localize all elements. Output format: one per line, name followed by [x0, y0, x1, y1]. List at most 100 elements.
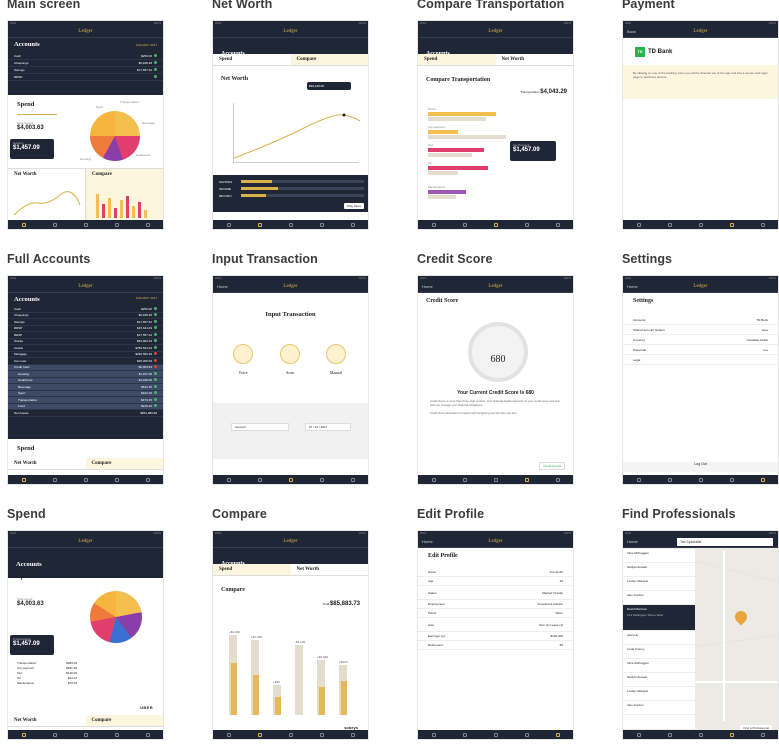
bar-personal [231, 663, 237, 715]
bar-personal [275, 697, 281, 715]
professional-list-item[interactable]: Nadya Hussain [623, 673, 695, 687]
search-input[interactable]: Tax Specialist [677, 538, 773, 546]
metrics-panel: SAVINGS INCOME RETURN Play Store [213, 175, 368, 212]
professional-list-item[interactable]: Alice McKeggan [623, 549, 695, 563]
profile-row[interactable]: Points Silver [418, 609, 573, 618]
account-row[interactable]: Cash $250.00 [8, 53, 163, 60]
bar-delta-label: -$1,120 [295, 640, 306, 644]
networth-tile[interactable]: Net Worth [8, 168, 86, 222]
settings-row[interactable]: Passcode ••••• [623, 345, 778, 355]
spend-pie-chart[interactable] [90, 591, 142, 643]
uber-badge[interactable]: UBER [140, 705, 153, 710]
account-row[interactable]: Savings $17,657.62 [8, 67, 163, 74]
date-field[interactable]: 07 / 12 / 2017 [305, 423, 351, 431]
home-button[interactable]: Home [217, 281, 228, 293]
segment-tabs[interactable]: Spend Compare [213, 54, 368, 66]
callout-card: $90,108.00 [307, 82, 351, 90]
accounts-header: Accounts [213, 38, 368, 57]
title-net-worth: Net Worth [212, 0, 273, 11]
microphone-icon[interactable] [233, 344, 253, 364]
professional-list-item[interactable]: Alex Gordon [623, 701, 695, 715]
screen-credit-score: iPad 100% Home Ledger Credit Score 680 You… [417, 275, 574, 485]
transport-bars[interactable]: Petrol Car payment Taxi Oil Maintenance [428, 107, 508, 199]
profile-row[interactable]: Name Joe Smith [418, 568, 573, 577]
tab-bar[interactable] [8, 220, 163, 229]
compare-transport-title: Compare Transportation [426, 77, 491, 83]
hand-tap-icon[interactable] [326, 344, 346, 364]
professional-list-item[interactable]: David Morrison 101 Wellington Street West [623, 605, 695, 631]
title-find-professionals: Find Professionals [622, 507, 736, 521]
settings-row[interactable]: Currency Canadian Dollar [623, 335, 778, 345]
profile-row[interactable]: Employment Investment Advisor [418, 600, 573, 609]
accounts-panel: Accounts JANUARY 2017 Cash $250.00 Chequi… [8, 38, 163, 95]
title-payment: Payment [622, 0, 675, 11]
credit-gauge: 680 [468, 322, 528, 382]
profile-row[interactable]: Retirement 65 [418, 641, 573, 650]
pie-label: Beverage [142, 121, 155, 125]
bar-personal [341, 681, 347, 715]
play-store-badge[interactable]: Play Store [344, 203, 364, 209]
housing-card[interactable]: Housing $1,457.09 [10, 139, 54, 159]
spend-title: Spend [17, 101, 35, 108]
profile-row[interactable]: Age 25 [418, 577, 573, 586]
account-row[interactable]: Chequings $6,408.48 [8, 60, 163, 67]
payment-note: By clicking on one of the banking icons … [623, 65, 778, 99]
compare-total: $85,883.73 [329, 601, 360, 607]
title-edit-profile: Edit Profile [417, 507, 485, 521]
settings-row[interactable]: Shared account holders Jane [623, 325, 778, 335]
back-button[interactable]: Back [627, 26, 636, 38]
home-button[interactable]: Home [422, 281, 433, 293]
professional-list-item[interactable]: Louise Gillespie [623, 687, 695, 701]
profile-row[interactable]: Status Married (3 kids) [418, 586, 573, 600]
pie-label: Transportation [120, 100, 140, 104]
map-pin-icon[interactable] [732, 608, 750, 626]
settings-row[interactable]: Legal [623, 355, 778, 365]
spend-list-row: Maintenance $73.49 [17, 681, 77, 685]
month-label: JANUARY 2017 [135, 42, 157, 47]
compare-tile[interactable]: Compare [86, 168, 163, 222]
account-select[interactable]: Account [231, 423, 289, 431]
spend-panel: Spend Total Spend $4,003.63 Housing $1,4… [8, 95, 163, 175]
bar-delta-label: +$3,029 [317, 655, 328, 659]
bank-logo[interactable]: TD TD Bank [635, 47, 672, 57]
compare-bar-chart[interactable]: +$1,000 +$1,065 +$30 -$1,120 +$3,029 +$210 [223, 627, 363, 717]
account-row[interactable]: RRSP [8, 74, 163, 81]
screen-find-professionals: iPad 100% Home Tax Specialist Alice McKegg… [622, 530, 779, 740]
tab-spend: Spend [219, 57, 233, 62]
transportation-total: Transportation $4,043.29 [520, 89, 567, 95]
app-title: Ledger [78, 29, 93, 34]
profile-row[interactable]: Earnings (yr) $100,000 [418, 632, 573, 641]
screen-compare: iPad100% Ledger Accounts SpendNet Worth … [212, 530, 369, 740]
professional-list-item[interactable]: Alex Gordon [623, 591, 695, 605]
screen-spend: iPad 100% Ledger Accounts Spend Total spe… [7, 530, 164, 740]
networth-chart[interactable] [233, 103, 361, 163]
bar-personal [253, 675, 259, 715]
title-main-screen: Main screen [7, 0, 81, 11]
transportation-card[interactable]: Transportation $1,457.09 [10, 635, 54, 655]
settings-row[interactable]: Accounts TD Bank [623, 315, 778, 325]
professional-list-item[interactable]: Alice McKeggan [623, 659, 695, 673]
title-input-transaction: Input Transaction [212, 252, 318, 266]
title-credit-score: Credit Score [417, 252, 493, 266]
title-spend: Spend [7, 507, 46, 521]
professional-list-item[interactable]: Joan Ho [623, 631, 695, 645]
profile-row[interactable]: Auto Own (1) Lease (1) [418, 618, 573, 632]
logout-button[interactable]: Log Out [623, 462, 778, 472]
spend-pie-chart[interactable] [90, 111, 140, 161]
scan-icon[interactable] [280, 344, 300, 364]
car-payment-card[interactable]: Car Payment $1,457.09 [510, 141, 556, 161]
credit-karma-badge[interactable]: Credit Karma [539, 462, 565, 470]
screen-edit-profile: iPad 100% Home Ledger Edit Profile Name Joe… [417, 530, 574, 740]
home-button[interactable]: Home [627, 281, 638, 293]
home-button[interactable]: Home [422, 536, 433, 548]
net-assets-row: Net Assets $651,983.96 [8, 410, 163, 417]
professional-list-item[interactable]: Louise Gillespie [623, 577, 695, 591]
professional-list-item[interactable]: Nadya Hussain [623, 563, 695, 577]
spend-total: $4,003.63 [17, 601, 44, 607]
bar-delta-label: +$210 [339, 660, 348, 664]
full-accounts-panel: Accounts JANUARY 2017 Cash $250.00 Chequing… [8, 293, 163, 439]
accounts-title: Accounts [14, 41, 40, 48]
screen-input-transaction: iPad 100% Home Ledger Input Transaction Vo… [212, 275, 369, 485]
professional-list-item[interactable]: Linda Kinney [623, 645, 695, 659]
settings-title: Settings [633, 298, 654, 304]
